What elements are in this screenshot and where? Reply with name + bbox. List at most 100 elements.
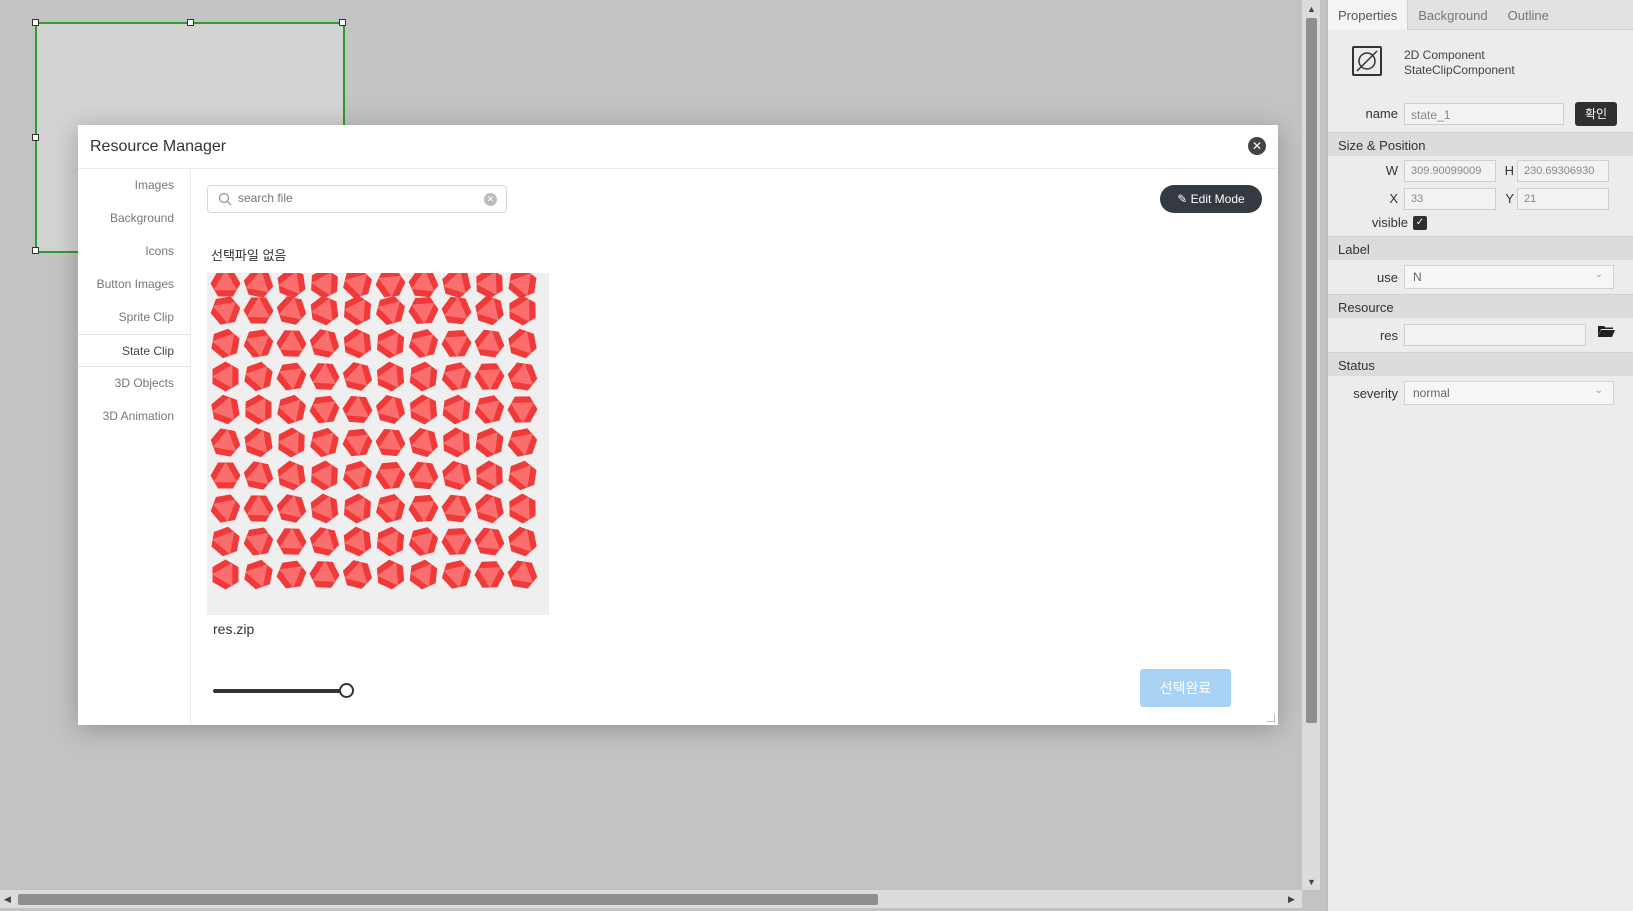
visible-label: visible [1371,215,1408,230]
sprite-frame [441,296,472,325]
sidebar-item-3d-objects[interactable]: 3D Objects [78,367,190,400]
sprite-frame [376,328,405,359]
sprite-frame [475,295,504,326]
sprite-frame [211,394,240,425]
sprite-frame [243,495,274,522]
sprite-frame [276,296,307,325]
sprite-frame [476,273,503,299]
sprite-frame [474,329,505,358]
sidebar-item-images[interactable]: Images [78,169,190,202]
sidebar-item-icons[interactable]: Icons [78,235,190,268]
slider-handle[interactable] [339,683,354,698]
sprite-frame [409,559,438,590]
sprite-frame [441,330,472,357]
name-field[interactable]: state_1 [1404,103,1564,125]
sprite-frame [375,428,406,457]
confirm-button[interactable]: 확인 [1575,102,1617,126]
sprite-frame [309,527,340,556]
sprite-frame [508,460,537,491]
size-position-section-header: Size & Position [1328,132,1633,156]
sprite-frame [212,361,239,392]
sprite-frame [310,295,339,326]
dialog-header: Resource Manager ✕ [78,125,1278,169]
sprite-frame [408,495,439,522]
sprite-frame [245,394,272,425]
sprite-frame [342,428,373,457]
sprite-frame [342,396,373,423]
sprite-frame [343,328,372,359]
sprite-frame [442,273,471,299]
size-row: W 309.90099009 H 230.69306930 [1328,156,1633,184]
sprite-frame [376,395,405,424]
x-field[interactable]: 33 [1404,188,1496,210]
sprite-frame [243,461,274,490]
width-label: W [1385,163,1398,178]
sidebar-item-background[interactable]: Background [78,202,190,235]
sprite-frame [276,494,307,523]
y-label: Y [1505,191,1514,206]
sidebar-item-sprite-clip[interactable]: Sprite Clip [78,301,190,334]
resource-category-sidebar: Images Background Icons Button Images Sp… [78,169,191,725]
sidebar-item-button-images[interactable]: Button Images [78,268,190,301]
search-input[interactable] [238,191,468,205]
sprite-frame [375,461,406,490]
sprite-sheet-preview [210,273,538,590]
sprite-frame [210,273,241,297]
sprite-frame [277,394,306,425]
status-section-header: Status [1328,352,1633,376]
use-label: use [1377,270,1398,285]
height-field[interactable]: 230.69306930 [1517,160,1609,182]
severity-row: severity normal ⌄ [1328,376,1633,410]
sprite-frame [276,330,307,357]
resource-manager-dialog: Resource Manager ✕ Images Background Ico… [78,125,1278,725]
file-thumbnail-card[interactable] [207,273,549,615]
use-select[interactable]: N ⌄ [1404,265,1614,289]
tab-outline[interactable]: Outline [1498,0,1559,30]
sprite-frame [441,560,472,589]
tab-properties[interactable]: Properties [1328,0,1409,30]
label-section-header: Label [1328,236,1633,260]
no-selection-text: 선택파일 없음 [211,248,287,263]
sprite-frame [210,494,241,523]
visible-checkbox[interactable]: ✓ [1413,216,1427,230]
sidebar-item-state-clip[interactable]: State Clip [78,334,190,367]
sprite-frame [476,460,503,491]
thumbnail-size-slider[interactable] [213,681,354,701]
severity-select[interactable]: normal ⌄ [1404,381,1614,405]
slider-track [213,689,345,693]
sprite-frame [409,427,438,458]
search-icon [218,192,232,206]
edit-mode-button[interactable]: ✎ Edit Mode [1160,185,1262,213]
sprite-frame [210,428,241,457]
sprite-frame [507,396,538,423]
name-row: name state_1 확인 [1328,98,1633,132]
sprite-frame [243,273,274,298]
select-done-button[interactable]: 선택완료 [1140,669,1231,707]
severity-label: severity [1353,386,1398,401]
close-icon[interactable]: ✕ [1248,137,1266,155]
sprite-frame [342,362,373,391]
tab-background[interactable]: Background [1408,0,1497,30]
sprite-frame [211,328,240,359]
sprite-frame [442,394,471,425]
clear-search-icon[interactable]: ✕ [484,193,497,206]
sprite-frame [408,273,439,298]
res-field[interactable] [1404,324,1586,346]
position-row: X 33 Y 21 [1328,184,1633,212]
sprite-frame [212,559,239,590]
pencil-icon: ✎ [1177,192,1191,206]
dialog-title: Resource Manager [90,138,227,155]
sprite-frame [410,394,437,425]
sprite-frame [408,297,439,324]
folder-open-icon[interactable] [1597,324,1615,338]
resize-grip-icon[interactable] [1267,714,1275,722]
y-field[interactable]: 21 [1517,188,1609,210]
sprite-frame [211,526,240,557]
sprite-frame [409,361,438,392]
width-field[interactable]: 309.90099009 [1404,160,1496,182]
sprite-frame [508,328,537,359]
sprite-frame [309,561,340,588]
sidebar-item-3d-animation[interactable]: 3D Animation [78,400,190,433]
sprite-frame [310,427,339,458]
search-box[interactable]: ✕ [207,185,507,213]
